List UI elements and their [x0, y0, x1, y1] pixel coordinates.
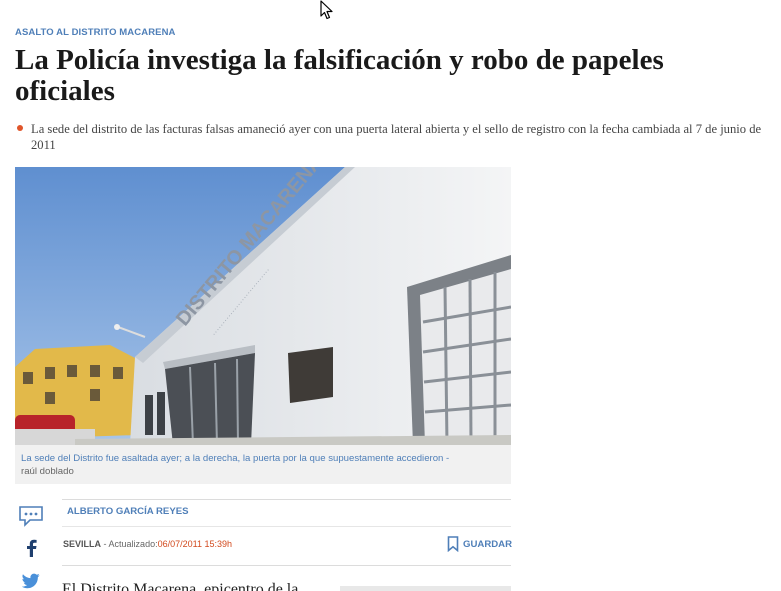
ad-placeholder [340, 586, 511, 591]
facebook-icon[interactable] [15, 537, 47, 559]
article-meta: SEVILLA - Actualizado:06/07/2011 15:39h [63, 539, 232, 549]
photo-illustration: DISTRITO MACARENA ······················… [15, 167, 511, 445]
caption-text: La sede del Distrito fue asaltada ayer; … [21, 453, 450, 464]
meta-updated-date: 06/07/2011 15:39h [157, 539, 232, 549]
article-summary: La sede del distrito de las facturas fal… [15, 121, 775, 153]
summary-text: La sede del distrito de las facturas fal… [31, 122, 762, 152]
meta-separator: - [103, 539, 107, 549]
caption-credit: raúl doblado [21, 465, 74, 477]
article-body: El Distrito Macarena, epicentro de la [62, 581, 299, 591]
byline-divider-bottom [62, 565, 511, 566]
twitter-icon[interactable] [15, 570, 47, 591]
mouse-cursor-icon [320, 0, 334, 25]
meta-updated-label: Actualizado: [108, 539, 158, 549]
byline-divider-mid [62, 526, 511, 527]
photo-caption: La sede del Distrito fue asaltada ayer; … [15, 445, 511, 484]
article-kicker[interactable]: ASALTO AL DISTRITO MACARENA [15, 27, 176, 38]
article-photo[interactable]: DISTRITO MACARENA ······················… [15, 167, 511, 445]
bookmark-icon [447, 536, 459, 552]
article-headline: La Policía investiga la falsificación y … [15, 44, 664, 107]
save-button[interactable]: GUARDAR [447, 536, 512, 552]
comments-icon[interactable] [15, 503, 47, 529]
summary-bullet [17, 125, 23, 131]
meta-city: SEVILLA [63, 539, 102, 549]
save-label: GUARDAR [463, 538, 513, 550]
author-link[interactable]: ALBERTO GARCÍA REYES [67, 506, 189, 517]
byline-divider-top [62, 499, 511, 500]
